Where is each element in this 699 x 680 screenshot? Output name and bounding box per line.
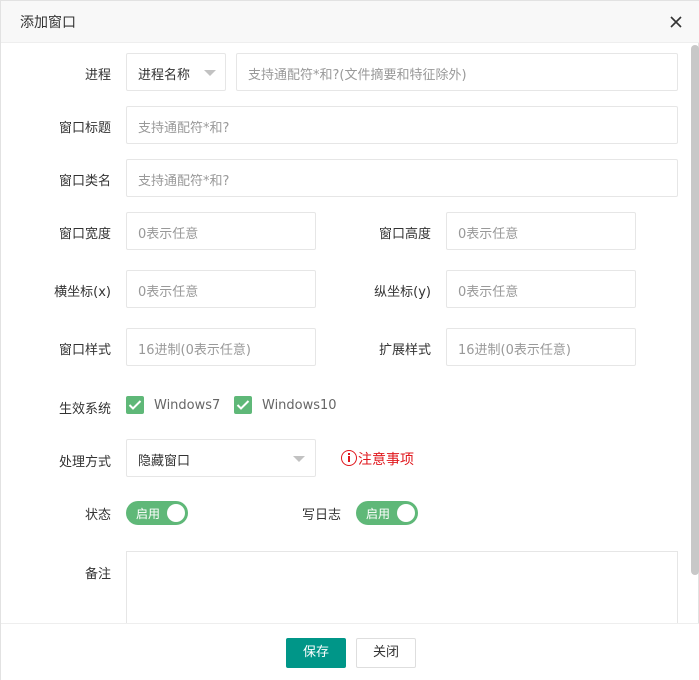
handling-select[interactable]: 隐藏窗口 xyxy=(126,439,316,477)
write-log-switch-text: 启用 xyxy=(366,507,391,521)
dialog-footer: 保存 关闭 xyxy=(1,623,699,680)
window-class-input[interactable]: 支持通配符*和? xyxy=(126,159,678,197)
ext-style-placeholder: 16进制(0表示任意) xyxy=(458,343,571,358)
window-class-label: 窗口类名 xyxy=(58,174,111,189)
x-coord-label: 横坐标(x) xyxy=(54,285,111,300)
remark-label: 备注 xyxy=(84,567,111,582)
write-log-switch[interactable]: 启用 xyxy=(356,501,418,525)
window-style-label: 窗口样式 xyxy=(58,343,111,358)
window-title-input[interactable]: 支持通配符*和? xyxy=(126,106,678,144)
window-style-input[interactable]: 16进制(0表示任意) xyxy=(126,328,316,366)
process-type-select[interactable]: 进程名称 xyxy=(126,53,226,91)
caret-down-icon xyxy=(204,70,216,76)
windows7-label[interactable]: Windows7 xyxy=(154,398,220,413)
scrollbar[interactable] xyxy=(691,45,699,575)
dialog-title: 添加窗口 xyxy=(20,15,76,31)
ext-style-input[interactable]: 16进制(0表示任意) xyxy=(446,328,636,366)
remark-textarea[interactable] xyxy=(126,551,678,623)
status-switch-text: 启用 xyxy=(136,507,161,521)
window-width-label: 窗口宽度 xyxy=(58,227,111,242)
ext-style-label: 扩展样式 xyxy=(378,343,431,358)
handling-label: 处理方式 xyxy=(58,455,111,470)
check-icon xyxy=(236,400,250,410)
status-switch[interactable]: 启用 xyxy=(126,501,188,525)
info-circle-icon xyxy=(341,450,357,466)
process-label: 进程 xyxy=(84,68,111,83)
dialog-body: 进程 进程名称 支持通配符*和?(文件摘要和特征除外) 窗口标题 支持通配符*和… xyxy=(1,43,699,623)
window-width-input[interactable]: 0表示任意 xyxy=(126,212,316,250)
window-title-placeholder: 支持通配符*和? xyxy=(138,121,230,136)
caret-down-icon xyxy=(293,456,305,462)
window-title-label: 窗口标题 xyxy=(58,121,111,136)
window-height-placeholder: 0表示任意 xyxy=(458,227,519,242)
handling-value: 隐藏窗口 xyxy=(138,454,191,469)
add-window-dialog: 添加窗口 进程 进程名称 支持通配符*和?(文件摘要和特征除外) 窗口标题 支持… xyxy=(0,0,699,680)
notice-link[interactable]: 注意事项 xyxy=(358,449,414,469)
window-height-input[interactable]: 0表示任意 xyxy=(446,212,636,250)
close-icon[interactable] xyxy=(665,11,687,33)
y-coord-label: 纵坐标(y) xyxy=(374,285,431,300)
y-coord-input[interactable]: 0表示任意 xyxy=(446,270,636,308)
process-type-value: 进程名称 xyxy=(138,68,191,83)
windows10-label[interactable]: Windows10 xyxy=(262,398,337,413)
effective-system-label: 生效系统 xyxy=(58,402,111,417)
window-class-placeholder: 支持通配符*和? xyxy=(138,174,230,189)
save-button[interactable]: 保存 xyxy=(286,638,346,668)
process-input[interactable]: 支持通配符*和?(文件摘要和特征除外) xyxy=(236,53,678,91)
windows10-checkbox[interactable] xyxy=(234,396,252,414)
dialog-header: 添加窗口 xyxy=(1,1,699,43)
switch-knob xyxy=(167,504,185,522)
switch-knob xyxy=(397,504,415,522)
process-placeholder: 支持通配符*和?(文件摘要和特征除外) xyxy=(248,68,467,83)
window-height-label: 窗口高度 xyxy=(378,227,431,242)
window-width-placeholder: 0表示任意 xyxy=(138,227,199,242)
status-label: 状态 xyxy=(84,508,111,523)
window-style-placeholder: 16进制(0表示任意) xyxy=(138,343,251,358)
x-coord-input[interactable]: 0表示任意 xyxy=(126,270,316,308)
x-coord-placeholder: 0表示任意 xyxy=(138,285,199,300)
windows7-checkbox[interactable] xyxy=(126,396,144,414)
close-button[interactable]: 关闭 xyxy=(356,638,416,668)
write-log-label: 写日志 xyxy=(301,508,341,523)
check-icon xyxy=(128,400,142,410)
y-coord-placeholder: 0表示任意 xyxy=(458,285,519,300)
